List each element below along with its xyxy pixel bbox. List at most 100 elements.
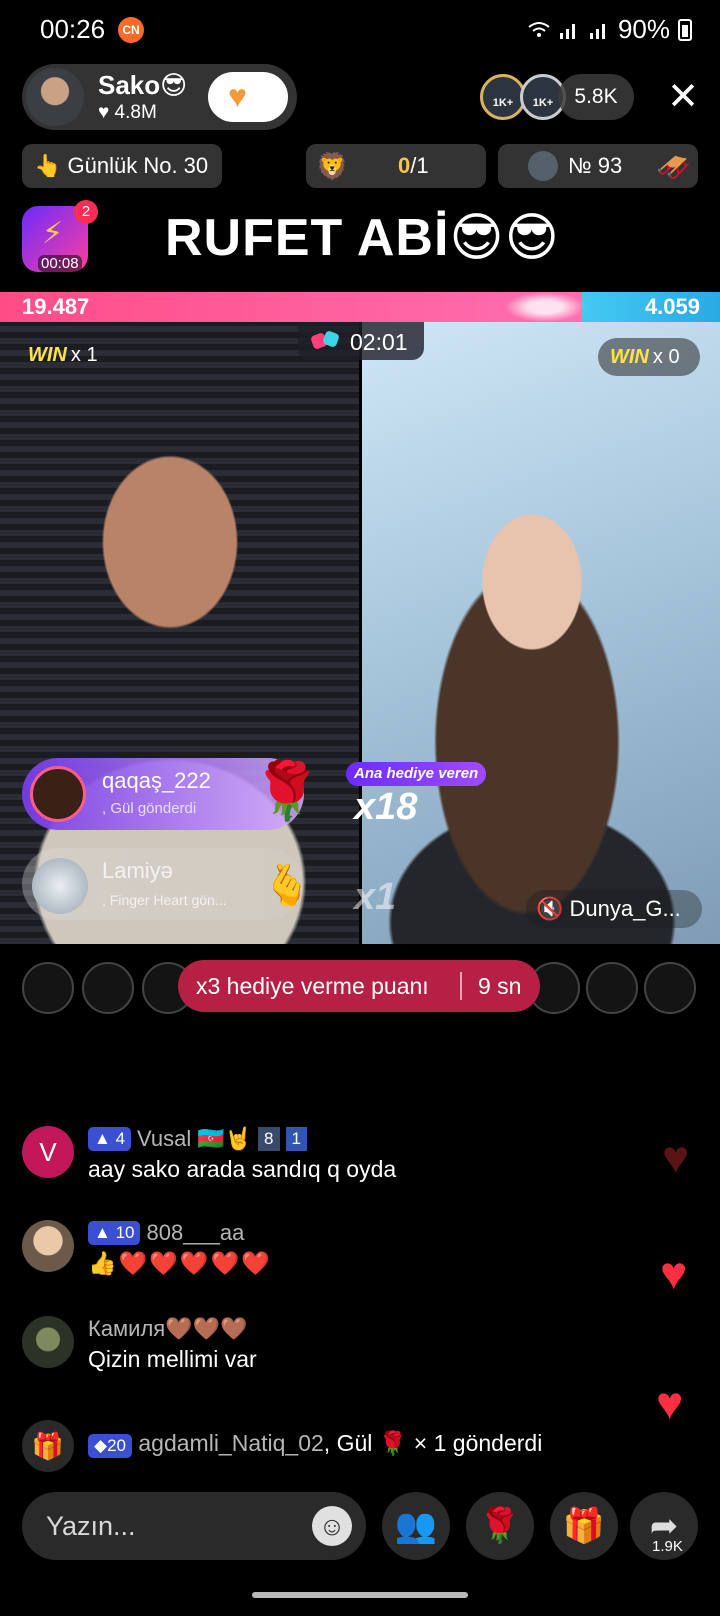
chat-username[interactable]: 808___aa [146, 1220, 244, 1246]
left-win-streak: WIN x 1 [28, 344, 98, 367]
level-number: 10 [115, 1223, 135, 1242]
battery-percent: 90% [617, 14, 670, 44]
share-count: 1.9K [652, 1538, 683, 1555]
user-badge-number: 8 [258, 1127, 280, 1151]
chat-avatar[interactable]: V [22, 1126, 74, 1178]
comment-input[interactable] [46, 1506, 296, 1546]
supporter-avatar[interactable] [586, 962, 638, 1014]
signal-icon-2 [589, 23, 605, 39]
chat-username[interactable]: Vusal [137, 1126, 191, 1152]
bonus-countdown: 9 sn [478, 973, 522, 999]
host-likes: ♥ 4.8M [98, 102, 157, 123]
supporter-avatar[interactable] [644, 962, 696, 1014]
level-badge: ▲ 10 [88, 1221, 141, 1245]
bonus-text: x3 hediye verme puanı [196, 973, 429, 999]
lion-goal-progress: 0/1 [398, 144, 429, 188]
opponent-name-tag[interactable]: 🔇 Dunya_G... [526, 890, 702, 928]
chat-header: ▲ 4 Vusal 🇦🇿🤘 8 1 [88, 1126, 307, 1152]
heart-icon: ♥ [228, 78, 247, 114]
gifter-avatar-2[interactable] [32, 858, 88, 914]
rank-number: № 93 [568, 153, 623, 178]
gifter-name: qaqaş_222 [102, 768, 211, 793]
gift-box-icon[interactable]: 🎁 [550, 1492, 618, 1560]
opponent-name: Dunya_G... [569, 896, 681, 921]
opponent-video-feed[interactable] [362, 322, 720, 944]
score-spark-icon [505, 292, 585, 322]
right-win-count: x 0 [652, 346, 680, 368]
muted-speaker-icon: 🔇 [536, 896, 570, 921]
bonus-divider [460, 972, 462, 1000]
event-timer: 00:08 [38, 255, 82, 272]
right-win-streak-label: WIN x 0 [610, 346, 680, 369]
user-decor: 🇦🇿🤘 [197, 1126, 253, 1151]
rank-chip[interactable]: № 93 🛷 [498, 144, 698, 188]
event-count-badge: 2 [74, 200, 98, 224]
home-indicator[interactable] [252, 1592, 468, 1598]
floating-heart-icon: ♥ [660, 1247, 688, 1299]
chat-avatar[interactable] [22, 1220, 74, 1272]
top-viewers[interactable]: 1K+ 1K+ [480, 74, 566, 124]
user-badge-number-2: 1 [285, 1127, 307, 1151]
signal-icon [559, 23, 575, 39]
right-win-streak: WIN x 0 [598, 338, 700, 376]
gift-bonus-banner: x3 hediye verme puanı 9 sn [178, 960, 540, 1012]
gift-multiplier-2: x1 [354, 876, 397, 918]
floating-heart-icon: ♥ [656, 1377, 684, 1429]
rank-avatar [528, 151, 558, 181]
right-team-score: 4.059 [644, 294, 700, 319]
gift-chat-username[interactable]: agdamli_Natiq_02 [138, 1430, 323, 1456]
left-team-score: 19.487 [22, 294, 90, 319]
level-badge: ◆20 [88, 1434, 132, 1458]
gift-chat-text: ◆20 agdamli_Natiq_02, Gül 🌹 × 1 gönderdi [88, 1430, 542, 1458]
gift-chat-detail: , Gül 🌹 × 1 gönderdi [323, 1430, 543, 1456]
host-avatar[interactable] [26, 68, 84, 126]
chat-text: 👍❤️❤️❤️❤️❤️ [88, 1250, 272, 1276]
gift-multiplier: x18 [354, 786, 418, 828]
rose-gift-button[interactable]: 🌹 [466, 1492, 534, 1560]
daily-rank-chip[interactable]: 👆 Günlük No. 30 [22, 144, 222, 188]
gift-message-2: , Finger Heart gön... [102, 892, 227, 908]
level-number: 4 [115, 1129, 126, 1148]
battle-timer-text: 02:01 [350, 329, 408, 355]
status-time: 00:26 [40, 14, 106, 44]
chat-username[interactable]: Камиля🤎🤎🤎 [88, 1316, 247, 1342]
supporter-avatar[interactable] [22, 962, 74, 1014]
host-name: Sako😎 [98, 70, 188, 100]
lion-goal-total: /1 [410, 153, 429, 178]
status-indicators: 90% [528, 14, 692, 45]
emoji-icon[interactable]: ☺ [312, 1506, 352, 1546]
sleigh-icon: 🛷 [656, 152, 691, 183]
gift-icon: 🎁 [22, 1420, 74, 1472]
lightning-icon: ⚡ [42, 217, 64, 250]
gifter-avatar[interactable] [30, 766, 86, 822]
level-badge: ▲ 4 [88, 1127, 132, 1151]
chat-text: aay sako arada sandıq q oyda [88, 1156, 397, 1182]
viewer-count[interactable]: 5.8K [558, 74, 634, 120]
follow-button[interactable]: ♥ 19 [208, 72, 288, 122]
status-bar: 00:26 CN 90% [0, 0, 720, 60]
lion-goal-chip[interactable]: 🦁 0/1 [306, 144, 486, 188]
left-win-label: WIN [28, 344, 67, 366]
supporter-avatar[interactable] [82, 962, 134, 1014]
gift-chat-message[interactable]: 🎁 ◆20 agdamli_Natiq_02, Gül 🌹 × 1 gönder… [22, 1420, 712, 1472]
stream-banner-title: RUFET ABİ😎😎 [165, 209, 560, 267]
chat-text: Qizin mellimi var [88, 1346, 257, 1372]
gifter-name-2: Lamiyə [102, 858, 173, 883]
cn-badge-icon: CN [118, 17, 144, 43]
floating-heart-icon: ♥ [662, 1131, 690, 1183]
level-number: 20 [107, 1436, 126, 1455]
comment-composer[interactable]: ☺ [22, 1492, 366, 1560]
close-icon[interactable]: ✕ [662, 76, 704, 118]
wifi-icon [528, 21, 550, 37]
guests-icon[interactable]: 👥 [382, 1492, 450, 1560]
chat-avatar[interactable] [22, 1316, 74, 1368]
rose-gift-icon: 🌹 [252, 759, 322, 822]
lion-goal-count: 0 [398, 153, 411, 178]
lion-icon: 🦁 [316, 151, 349, 181]
top-gifter-tag: Ana hediye veren [346, 762, 487, 786]
right-win-label: WIN [610, 346, 649, 368]
battle-score-bar: 19.487 4.059 [0, 292, 720, 322]
host-profile-pill[interactable]: Sako😎 ♥ 4.8M ♥ 19 [22, 64, 297, 130]
finger-heart-gift-icon: 🫰 [262, 864, 312, 908]
gift-message: , Gül gönderdi [102, 800, 197, 817]
